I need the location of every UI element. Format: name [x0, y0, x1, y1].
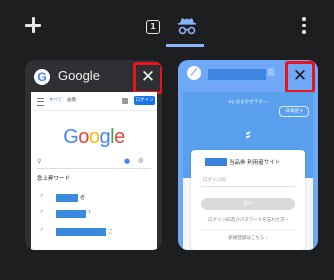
redacted-text: [205, 158, 227, 166]
incognito-icon[interactable]: [175, 14, 199, 38]
logo-letter: e: [114, 126, 125, 148]
site-favicon-icon: ⟋: [187, 66, 201, 80]
search-icon: ⚲: [37, 158, 42, 165]
trending-item: ↗ ?: [39, 209, 149, 218]
logo-letter: o: [78, 126, 89, 148]
login-id-placeholder: ログインID: [203, 178, 226, 183]
trending-heading: 急上昇ワード: [37, 176, 71, 182]
redacted-title: [208, 69, 266, 80]
forgot-password-link: ログインID及びパスワードを忘れた方 ›: [207, 218, 289, 223]
close-tab-button[interactable]: ✕: [285, 61, 315, 93]
trend-arrow-icon: ↗: [39, 193, 44, 199]
tab-card-header: ⟋ 面 ✕: [178, 60, 318, 94]
more-vert-icon[interactable]: [301, 17, 307, 37]
close-tab-button[interactable]: ✕: [133, 62, 162, 94]
google-tab-all: すべて: [49, 98, 63, 103]
trend-suffix: 者: [80, 195, 86, 201]
next-button: 次へ: [201, 198, 295, 210]
language-select: 日本語 ▾: [279, 106, 309, 117]
mic-icon: ●: [124, 157, 131, 165]
incognito-tab-indicator: [166, 44, 204, 47]
login-id-field: ログインID: [201, 172, 295, 187]
trending-item: ↗ こ: [39, 227, 149, 236]
apps-grid-icon: [122, 98, 128, 104]
tab-title: 面: [267, 68, 275, 77]
tab-card-login-site[interactable]: ⟋ 面 ✕ by おまかせマネー 日本語 ▾ ⸗ 当品券 利用者サイト ログイン…: [178, 60, 318, 250]
trend-suffix: こ: [108, 229, 114, 235]
tab-title: Google: [58, 68, 100, 83]
site-logo-icon: ⸗: [245, 124, 251, 143]
camera-icon: ◎: [138, 157, 144, 164]
trend-arrow-icon: ↗: [39, 227, 44, 233]
trend-suffix: ?: [88, 210, 91, 216]
google-favicon-icon: G: [34, 69, 50, 85]
top-toolbar: 1: [0, 0, 334, 56]
trending-item: ↗ 者: [39, 193, 149, 202]
tab-card-google[interactable]: G Google ✕ すべて 画像 ログイン Google ⚲ ● ◎ 急上昇ワ…: [25, 60, 162, 250]
site-byline: by おまかせマネー: [228, 100, 268, 105]
tab-switcher-icon[interactable]: 1: [146, 20, 160, 34]
google-logo: Google: [31, 126, 157, 149]
divider: [201, 229, 295, 230]
redacted-text: [56, 194, 78, 202]
close-icon: ✕: [292, 66, 308, 86]
google-tab-images: 画像: [67, 98, 76, 103]
register-link: 新規登録はこちら ›: [228, 236, 268, 241]
logo-letter: G: [63, 126, 79, 148]
logo-letter: g: [99, 126, 111, 148]
close-icon: ✕: [140, 67, 156, 87]
redacted-text: [56, 228, 106, 236]
google-header-bar: すべて 画像 ログイン: [31, 92, 157, 111]
login-card: 当品券 利用者サイト ログインID 次へ ログインID及びパスワードを忘れた方 …: [191, 150, 305, 250]
login-button: ログイン: [134, 96, 155, 105]
plus-icon[interactable]: [23, 15, 43, 35]
tab-preview-login-site: by おまかせマネー 日本語 ▾ ⸗ 当品券 利用者サイト ログインID 次へ …: [183, 92, 313, 250]
redacted-text: [56, 210, 86, 218]
hamburger-menu-icon: [37, 98, 44, 106]
trend-arrow-icon: ↗: [39, 209, 44, 215]
google-search-box: ⚲ ● ◎: [37, 157, 151, 169]
logo-letter: o: [88, 126, 100, 148]
tab-card-header: G Google ✕: [25, 60, 162, 94]
tab-preview-google: すべて 画像 ログイン Google ⚲ ● ◎ 急上昇ワード ↗ 者 ↗ ? …: [31, 92, 157, 250]
site-label: 当品券 利用者サイト: [229, 160, 281, 166]
